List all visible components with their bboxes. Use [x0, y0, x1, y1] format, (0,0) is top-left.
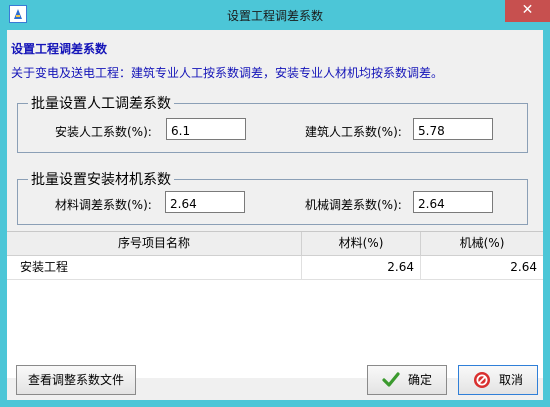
material-coefficient-group: 批量设置安装材机系数 材料调差系数(%): 机械调差系数(%):	[17, 169, 528, 225]
page-description: 关于变电及送电工程：建筑专业人工按系数调差，安装专业人材机均按系数调差。	[11, 66, 444, 80]
install-labor-input[interactable]	[166, 118, 246, 140]
column-header-name[interactable]: 序号项目名称	[7, 232, 302, 255]
table-header: 序号项目名称 材料(%) 机械(%)	[7, 232, 543, 256]
coefficient-table[interactable]: 序号项目名称 材料(%) 机械(%) 安装工程 2.64 2.64	[7, 231, 543, 378]
close-button[interactable]: ✕	[505, 0, 550, 22]
view-adjustment-file-button[interactable]: 查看调整系数文件	[16, 365, 136, 395]
build-labor-label: 建筑人工系数(%):	[305, 125, 402, 139]
build-labor-input[interactable]	[413, 118, 493, 140]
ok-button[interactable]: 确定	[367, 365, 447, 395]
cell-name[interactable]: 安装工程	[7, 256, 302, 279]
table-row[interactable]: 安装工程 2.64 2.64	[7, 256, 543, 280]
check-icon	[382, 371, 400, 389]
cell-machine[interactable]: 2.64	[421, 256, 543, 279]
cancel-button[interactable]: 取消	[458, 365, 538, 395]
column-header-machine[interactable]: 机械(%)	[421, 232, 543, 255]
ok-label: 确定	[407, 373, 432, 387]
view-adjustment-file-label: 查看调整系数文件	[27, 373, 124, 387]
labor-group-legend: 批量设置人工调差系数	[28, 93, 174, 113]
install-labor-label: 安装人工系数(%):	[55, 125, 152, 139]
machine-adjust-label: 机械调差系数(%):	[305, 198, 402, 212]
material-adjust-input[interactable]	[165, 191, 245, 213]
cell-material[interactable]: 2.64	[302, 256, 421, 279]
page-heading: 设置工程调差系数	[11, 42, 108, 56]
labor-coefficient-group: 批量设置人工调差系数 安装人工系数(%): 建筑人工系数(%):	[17, 93, 528, 153]
dialog-window: 设置工程调差系数 ✕ 设置工程调差系数 关于变电及送电工程：建筑专业人工按系数调…	[0, 0, 550, 407]
cancel-icon	[473, 371, 491, 389]
window-title: 设置工程调差系数	[226, 9, 323, 23]
dialog-footer: 查看调整系数文件 确定 取消	[7, 365, 543, 400]
material-adjust-label: 材料调差系数(%):	[55, 198, 152, 212]
title-bar[interactable]: 设置工程调差系数 ✕	[0, 0, 550, 30]
material-group-legend: 批量设置安装材机系数	[28, 169, 174, 189]
machine-adjust-input[interactable]	[413, 191, 493, 213]
cancel-label: 取消	[498, 373, 523, 387]
dialog-body: 设置工程调差系数 关于变电及送电工程：建筑专业人工按系数调差，安装专业人材机均按…	[7, 30, 543, 400]
column-header-material[interactable]: 材料(%)	[302, 232, 421, 255]
